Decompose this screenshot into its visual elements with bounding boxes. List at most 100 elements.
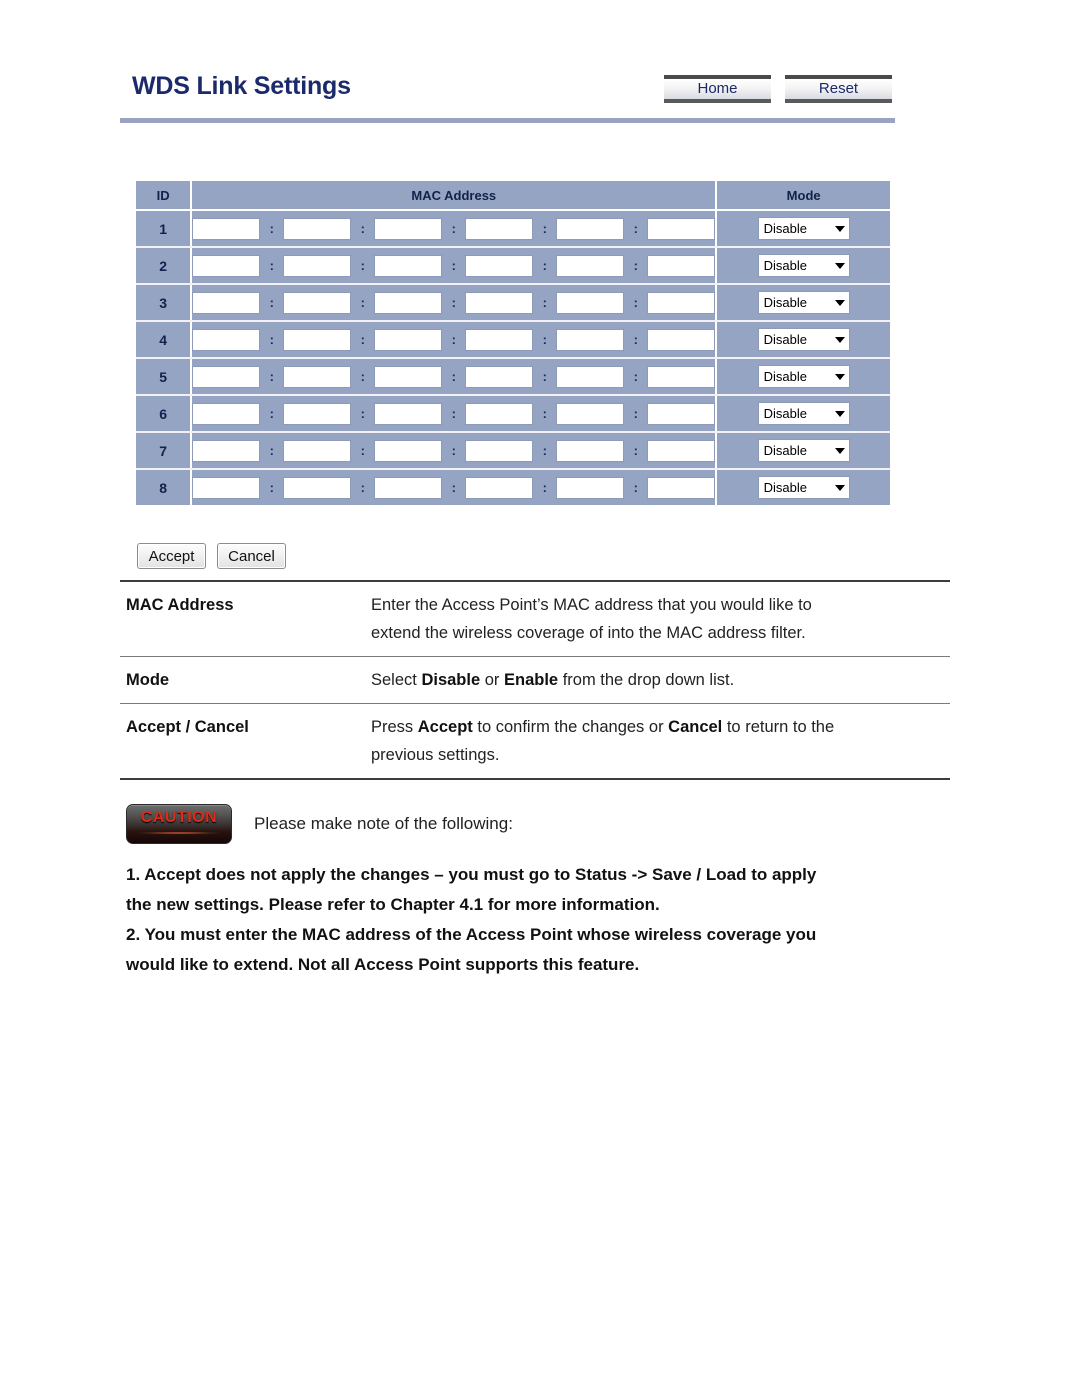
mac-octet-input[interactable] (556, 254, 625, 277)
mac-octet-input[interactable] (192, 254, 261, 277)
mac-separator: : (269, 294, 274, 310)
mac-octet-input[interactable] (465, 217, 534, 240)
mode-select[interactable]: Disable (757, 365, 850, 388)
mac-octet-input[interactable] (556, 217, 625, 240)
mac-separator: : (360, 479, 365, 495)
caution-header: CAUTION Please make note of the followin… (126, 802, 956, 846)
mac-octet-input[interactable] (374, 365, 443, 388)
mode-cell: Disable (716, 469, 890, 505)
mac-octet-input[interactable] (283, 291, 352, 314)
reset-button[interactable]: Reset (785, 75, 892, 103)
mac-octet-input[interactable] (192, 402, 261, 425)
mac-octet-input[interactable] (647, 476, 716, 499)
mac-octet-input[interactable] (647, 217, 716, 240)
mac-octet-input[interactable] (374, 402, 443, 425)
mac-octet-input[interactable] (374, 254, 443, 277)
mac-octet-input[interactable] (192, 291, 261, 314)
mac-octet-input[interactable] (283, 365, 352, 388)
mac-octet-input[interactable] (556, 476, 625, 499)
mac-octet-input[interactable] (647, 439, 716, 462)
mac-octet-input[interactable] (465, 328, 534, 351)
mac-octet-input[interactable] (647, 328, 716, 351)
mac-octet-input[interactable] (283, 476, 352, 499)
mac-octet-input[interactable] (556, 328, 625, 351)
table-row: 5::::: Disable (136, 358, 890, 396)
chevron-down-icon (834, 262, 845, 269)
mode-select[interactable]: Disable (757, 328, 850, 351)
cancel-button[interactable]: Cancel (217, 543, 286, 569)
table-row: 7::::: Disable (136, 432, 890, 470)
mode-select-value: Disable (763, 369, 807, 384)
table-body: 1::::: Disable 2::::: Disable 3::::: Disable 4… (136, 210, 890, 505)
mac-separator: : (542, 331, 547, 347)
page-header: WDS Link Settings Home Reset (120, 72, 895, 128)
chevron-down-icon (834, 447, 845, 454)
mac-octet-input[interactable] (647, 402, 716, 425)
mac-separator: : (360, 368, 365, 384)
row-id-cell: 5 (136, 358, 193, 396)
mac-separator: : (633, 368, 638, 384)
mode-select[interactable]: Disable (757, 476, 850, 499)
mac-separator: : (542, 368, 547, 384)
mac-octet-input[interactable] (283, 439, 352, 462)
title-divider (120, 118, 895, 123)
row-id-cell: 7 (136, 432, 193, 470)
table-row: 4::::: Disable (136, 321, 890, 359)
description-text: Select Disable or Enable from the drop d… (371, 671, 735, 689)
caution-item-line: would like to extend. Not all Access Poi… (126, 955, 640, 974)
mac-octet-input[interactable] (465, 254, 534, 277)
mac-octet-input[interactable] (556, 402, 625, 425)
mac-octet-input[interactable] (465, 402, 534, 425)
mac-separator: : (633, 405, 638, 421)
mac-octet-input[interactable] (283, 254, 352, 277)
mac-octet-input[interactable] (556, 439, 625, 462)
mac-octet-input[interactable] (192, 328, 261, 351)
mode-select[interactable]: Disable (757, 439, 850, 462)
mac-octet-input[interactable] (283, 217, 352, 240)
mac-separator: : (269, 405, 274, 421)
mac-octet-input[interactable] (192, 476, 261, 499)
mac-octet-input[interactable] (374, 439, 443, 462)
mode-select-value: Disable (763, 443, 807, 458)
mac-octet-input[interactable] (374, 328, 443, 351)
mode-select[interactable]: Disable (757, 254, 850, 277)
mac-octet-input[interactable] (647, 291, 716, 314)
mode-select[interactable]: Disable (757, 402, 850, 425)
mac-octet-input[interactable] (465, 476, 534, 499)
mac-separator: : (269, 442, 274, 458)
mac-separator: : (451, 294, 456, 310)
description-row: Accept / Cancel Press Accept to confirm t… (120, 704, 950, 779)
mac-octet-input[interactable] (556, 291, 625, 314)
mac-octet-input[interactable] (192, 217, 261, 240)
mac-octet-input[interactable] (465, 291, 534, 314)
mac-octet-input[interactable] (647, 254, 716, 277)
home-button[interactable]: Home (664, 75, 771, 103)
mode-cell: Disable (716, 358, 890, 396)
mac-separator: : (633, 479, 638, 495)
mac-octet-input[interactable] (374, 476, 443, 499)
mode-cell: Disable (716, 247, 890, 285)
chevron-down-icon (834, 484, 845, 491)
mac-octet-input[interactable] (192, 439, 261, 462)
mode-select-value: Disable (763, 332, 807, 347)
table-row: 8::::: Disable (136, 469, 890, 505)
mac-octet-input[interactable] (283, 402, 352, 425)
mac-octet-input[interactable] (465, 439, 534, 462)
mac-address-cell: ::::: (191, 432, 718, 470)
mac-octet-input[interactable] (556, 365, 625, 388)
mac-separator: : (542, 220, 547, 236)
row-id-cell: 2 (136, 247, 193, 285)
mac-octet-input[interactable] (192, 365, 261, 388)
mac-octet-input[interactable] (465, 365, 534, 388)
mode-select[interactable]: Disable (757, 217, 850, 240)
mac-octet-input[interactable] (374, 217, 443, 240)
row-id-cell: 4 (136, 321, 193, 359)
caution-section: CAUTION Please make note of the followin… (126, 802, 956, 980)
accept-button[interactable]: Accept (137, 543, 206, 569)
mac-octet-input[interactable] (283, 328, 352, 351)
mac-separator: : (542, 479, 547, 495)
mode-select[interactable]: Disable (757, 291, 850, 314)
mac-octet-input[interactable] (647, 365, 716, 388)
mac-octet-input[interactable] (374, 291, 443, 314)
mac-separator: : (360, 220, 365, 236)
